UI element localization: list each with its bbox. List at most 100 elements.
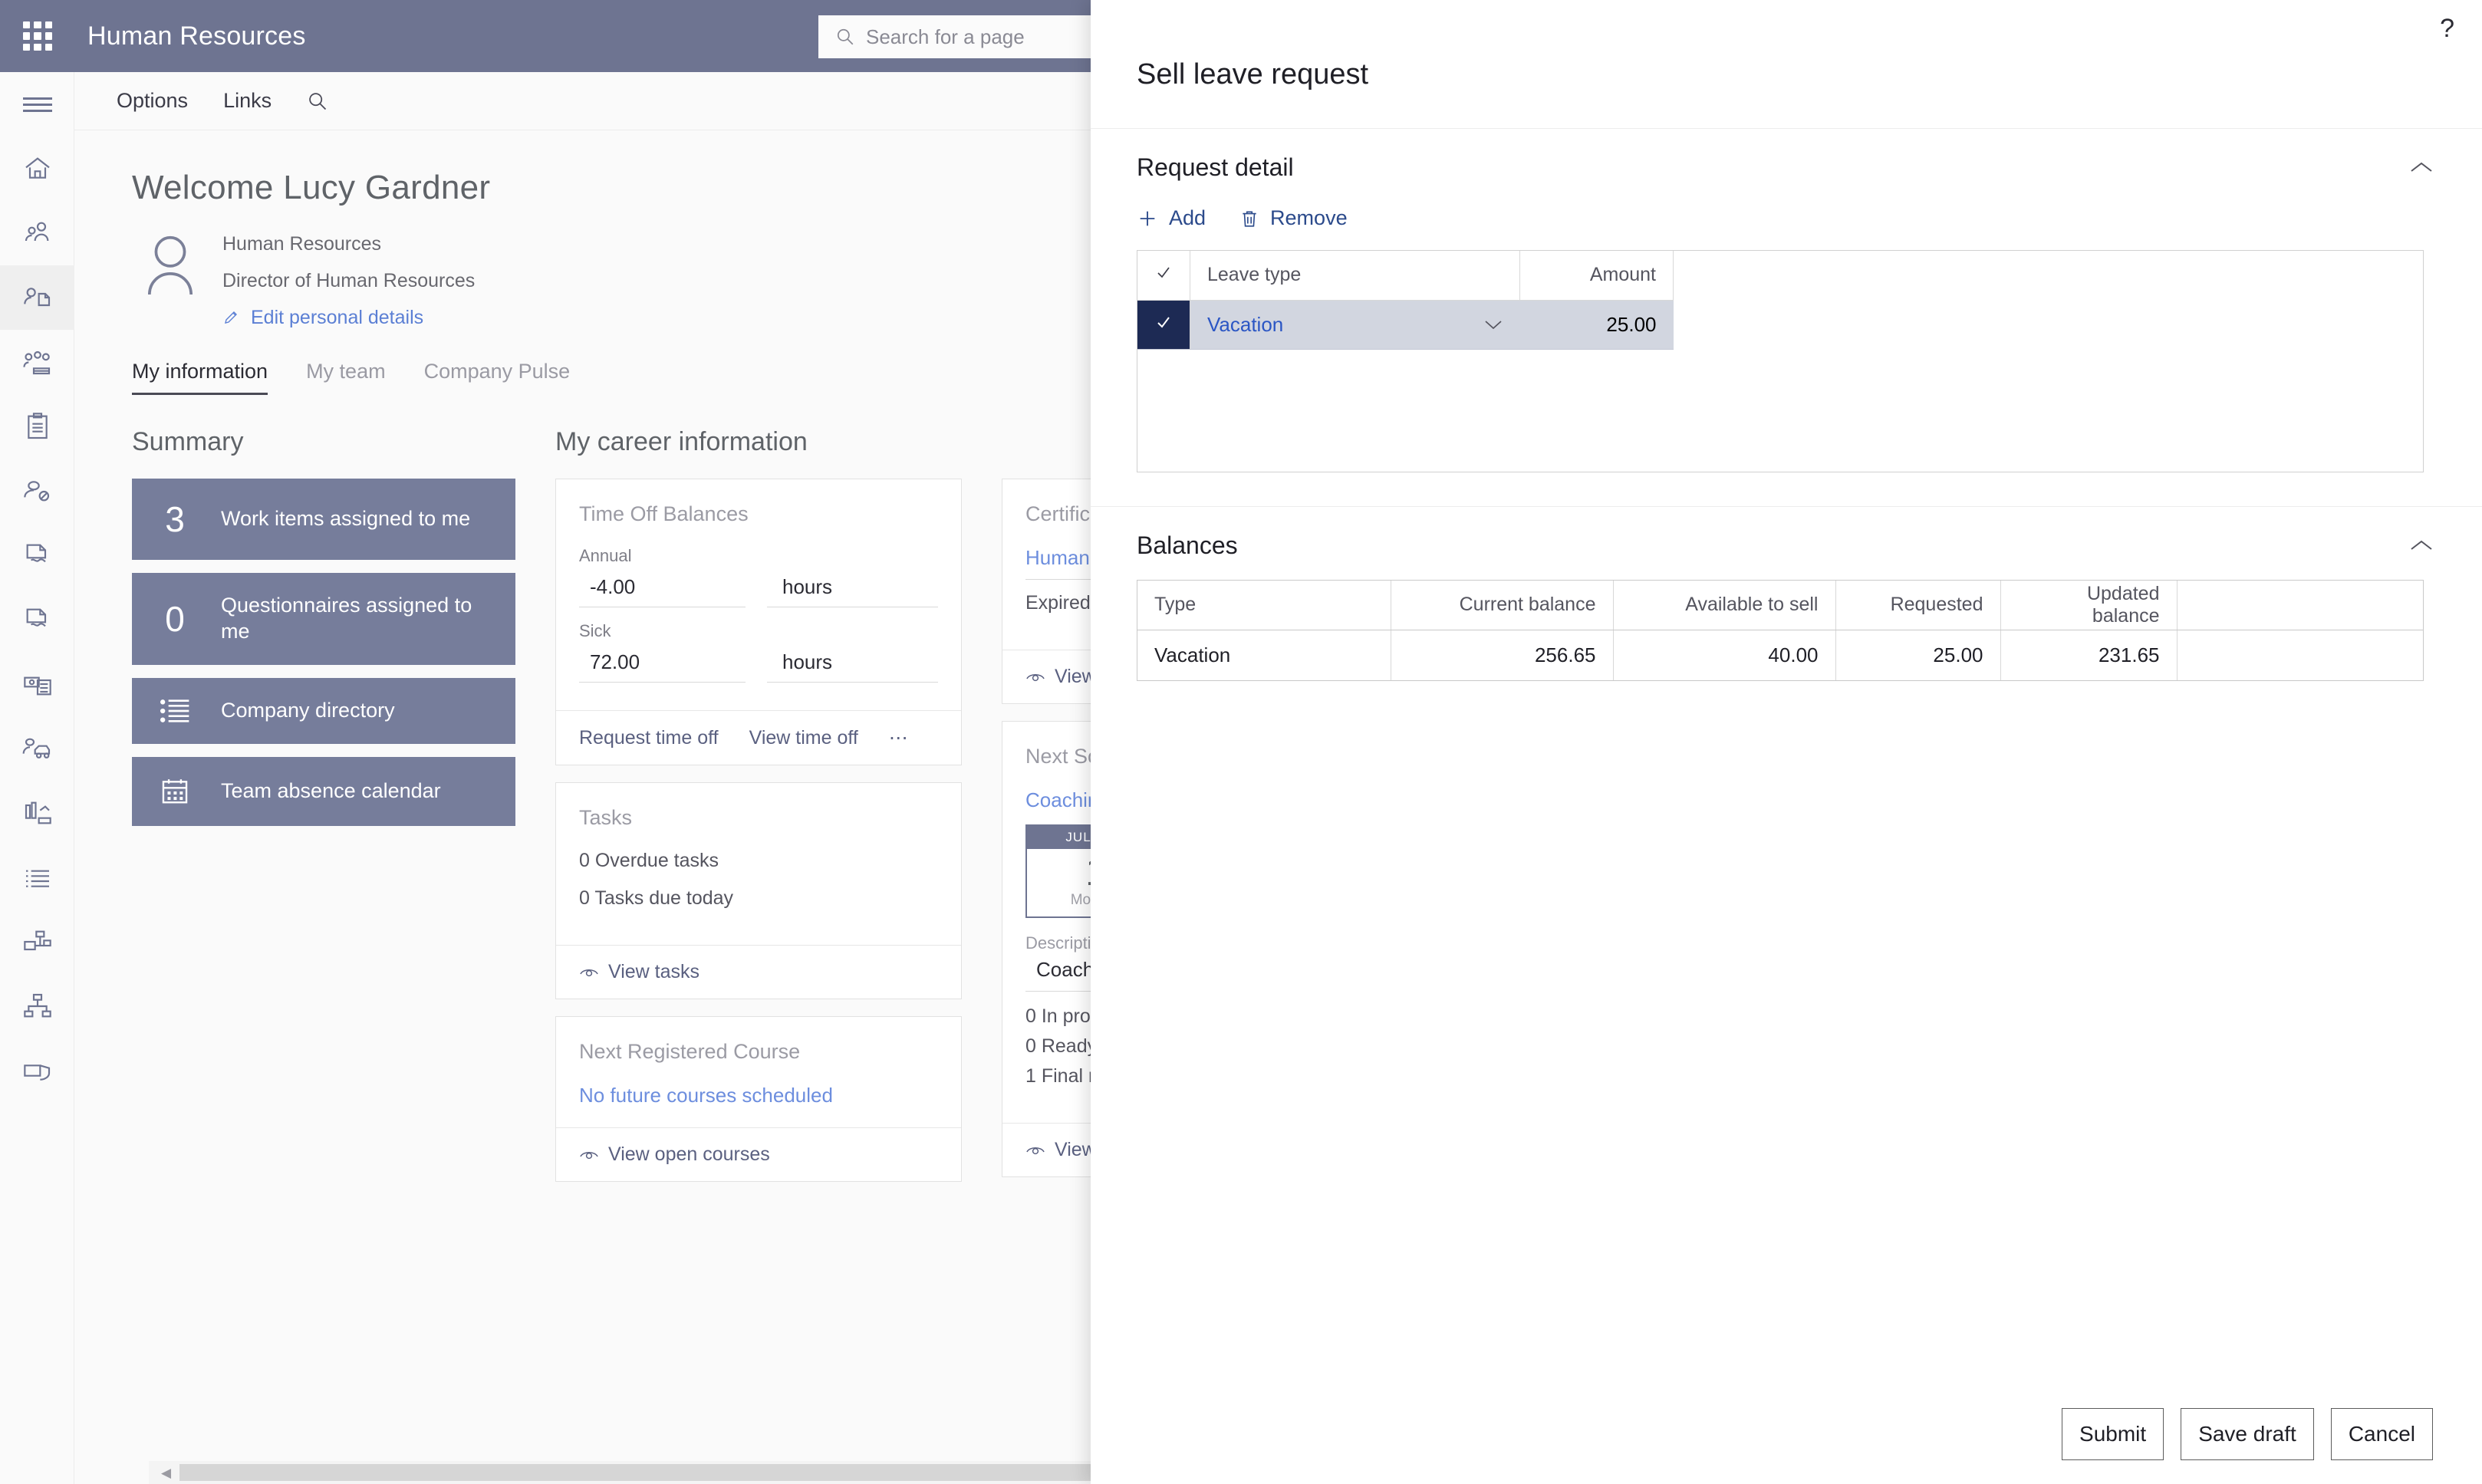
links-menu[interactable]: Links (223, 89, 272, 113)
tab-my-information[interactable]: My information (132, 360, 268, 395)
career-heading: My career information (555, 427, 808, 456)
nav-compliance-icon[interactable] (0, 1038, 74, 1103)
tile-questionnaires[interactable]: 0 Questionnaires assigned to me (132, 573, 515, 665)
pencil-icon (225, 311, 237, 324)
add-label: Add (1169, 206, 1206, 229)
options-menu[interactable]: Options (117, 89, 188, 113)
cell-amount[interactable]: 25.00 (1519, 300, 1674, 350)
submit-button[interactable]: Submit (2062, 1408, 2164, 1460)
search-input[interactable]: Search for a page (818, 15, 1098, 58)
card-tasks: Tasks 0 Overdue tasks 0 Tasks due today … (555, 782, 962, 999)
hamburger-icon[interactable] (0, 72, 74, 137)
profile-department: Human Resources (222, 233, 382, 255)
search-placeholder: Search for a page (866, 25, 1025, 48)
card-next-registered-course: Next Registered Course No future courses… (555, 1016, 962, 1182)
view-tasks-link[interactable]: View tasks (579, 961, 700, 983)
request-time-off-link[interactable]: Request time off (579, 727, 719, 749)
remove-button[interactable]: Remove (1239, 206, 1348, 230)
tile-company-directory[interactable]: Company directory (132, 677, 515, 744)
nav-performance-icon[interactable] (0, 781, 74, 845)
cell-leave-type-value: Vacation (1207, 312, 1284, 336)
bal-column-updated-balance[interactable]: Updated balance (2000, 581, 2178, 630)
tile-team-absence-calendar[interactable]: Team absence calendar (132, 756, 515, 826)
application-window: Human Resources Search for a page Option… (0, 0, 2482, 1484)
add-button[interactable]: Add (1137, 206, 1206, 230)
nav-hierarchy-icon[interactable] (0, 974, 74, 1038)
card-time-off-balances: Time Off Balances Annual -4.00 hours Sic… (555, 479, 962, 765)
nav-employee-self-service-icon[interactable] (0, 265, 74, 330)
dialog-footer: Submit Save draft Cancel (1091, 1384, 2482, 1484)
tile-questionnaires-label: Questionnaires assigned to me (221, 594, 472, 643)
sick-value[interactable]: 72.00 (579, 646, 746, 683)
tile-work-items-label: Work items assigned to me (221, 507, 471, 531)
course-message[interactable]: No future courses scheduled (579, 1084, 938, 1107)
nav-payroll-icon[interactable] (0, 652, 74, 716)
navigation-rail (0, 72, 74, 1484)
request-detail-grid: Leave type Amount Vacation 25.00 (1137, 250, 2424, 472)
table-row[interactable]: Vacation 256.65 40.00 25.00 231.65 (1137, 630, 2423, 680)
select-all-checkmark-icon[interactable] (1137, 251, 1190, 301)
question-mark-icon[interactable]: ? (2440, 14, 2454, 44)
column-leave-type[interactable]: Leave type (1190, 251, 1520, 301)
view-time-off-link[interactable]: View time off (749, 727, 858, 749)
bal-cell-updated-balance: 231.65 (2000, 630, 2178, 680)
trash-icon (1243, 211, 1256, 227)
bal-column-current-balance[interactable]: Current balance (1391, 581, 1614, 630)
bal-cell-current-balance: 256.65 (1391, 630, 1614, 680)
plus-icon (1140, 211, 1155, 225)
list-icon (155, 698, 195, 724)
request-detail-collapse-chevron-up-icon[interactable] (2408, 160, 2434, 176)
row-checkmark-icon[interactable] (1137, 300, 1190, 350)
column-amount[interactable]: Amount (1519, 251, 1674, 301)
cell-leave-type[interactable]: Vacation (1190, 300, 1520, 350)
search-icon (837, 28, 854, 45)
bal-column-available-to-sell[interactable]: Available to sell (1613, 581, 1836, 630)
nav-benefits-icon[interactable] (0, 523, 74, 587)
command-search-icon[interactable] (307, 90, 328, 112)
annual-label: Annual (579, 546, 632, 565)
nav-compensation-icon[interactable] (0, 587, 74, 652)
profile-job-title: Director of Human Resources (222, 270, 476, 291)
bal-cell-available-to-sell: 40.00 (1613, 630, 1836, 680)
nav-organization-icon[interactable] (0, 910, 74, 974)
nav-employees-icon[interactable] (0, 201, 74, 265)
tile-company-directory-label: Company directory (221, 698, 395, 722)
tasks-due-today: 0 Tasks due today (579, 887, 734, 909)
cancel-button[interactable]: Cancel (2330, 1408, 2433, 1460)
annual-value[interactable]: -4.00 (579, 571, 746, 607)
table-row[interactable]: Vacation 25.00 (1137, 300, 1674, 350)
edit-personal-details-link[interactable]: Edit personal details (222, 307, 475, 329)
chevron-left-icon[interactable]: ◀ (161, 1466, 171, 1481)
chevron-down-icon[interactable] (1483, 318, 1503, 331)
tab-my-team[interactable]: My team (306, 360, 386, 395)
grid-header-row: Leave type Amount (1137, 251, 1674, 301)
scrollbar-thumb[interactable] (179, 1464, 1169, 1481)
balances-grid: Type Current balance Available to sell R… (1137, 580, 2424, 681)
summary-heading: Summary (132, 427, 244, 456)
app-launcher-icon[interactable] (17, 15, 58, 57)
dialog-title: Sell leave request (1137, 58, 1369, 90)
career-column: My career information Time Off Balances … (555, 427, 962, 1199)
sick-label: Sick (579, 621, 611, 640)
bal-column-requested[interactable]: Requested (1835, 581, 2001, 630)
request-detail-table: Leave type Amount Vacation 25.00 (1137, 251, 1674, 350)
balances-collapse-chevron-up-icon[interactable] (2408, 538, 2434, 554)
bal-column-type[interactable]: Type (1137, 581, 1391, 630)
save-draft-button[interactable]: Save draft (2181, 1408, 2314, 1460)
tab-company-pulse[interactable]: Company Pulse (424, 360, 571, 395)
nav-home-icon[interactable] (0, 137, 74, 201)
tile-work-items[interactable]: 3 Work items assigned to me (132, 479, 515, 560)
edit-personal-details-label: Edit personal details (251, 307, 424, 328)
view-open-courses-link[interactable]: View open courses (579, 1143, 770, 1166)
nav-travel-icon[interactable] (0, 716, 74, 781)
nav-recruiting-icon[interactable] (0, 459, 74, 523)
ellipsis-icon[interactable]: ⋯ (889, 726, 908, 749)
balances-heading: Balances (1137, 531, 1238, 559)
nav-questionnaires-icon[interactable] (0, 394, 74, 459)
remove-label: Remove (1270, 206, 1348, 229)
nav-lists-icon[interactable] (0, 845, 74, 910)
balances-header-row: Type Current balance Available to sell R… (1137, 581, 2423, 630)
nav-teams-icon[interactable] (0, 330, 74, 394)
view-tasks-label: View tasks (608, 961, 700, 982)
tile-team-absence-calendar-label: Team absence calendar (221, 778, 441, 802)
